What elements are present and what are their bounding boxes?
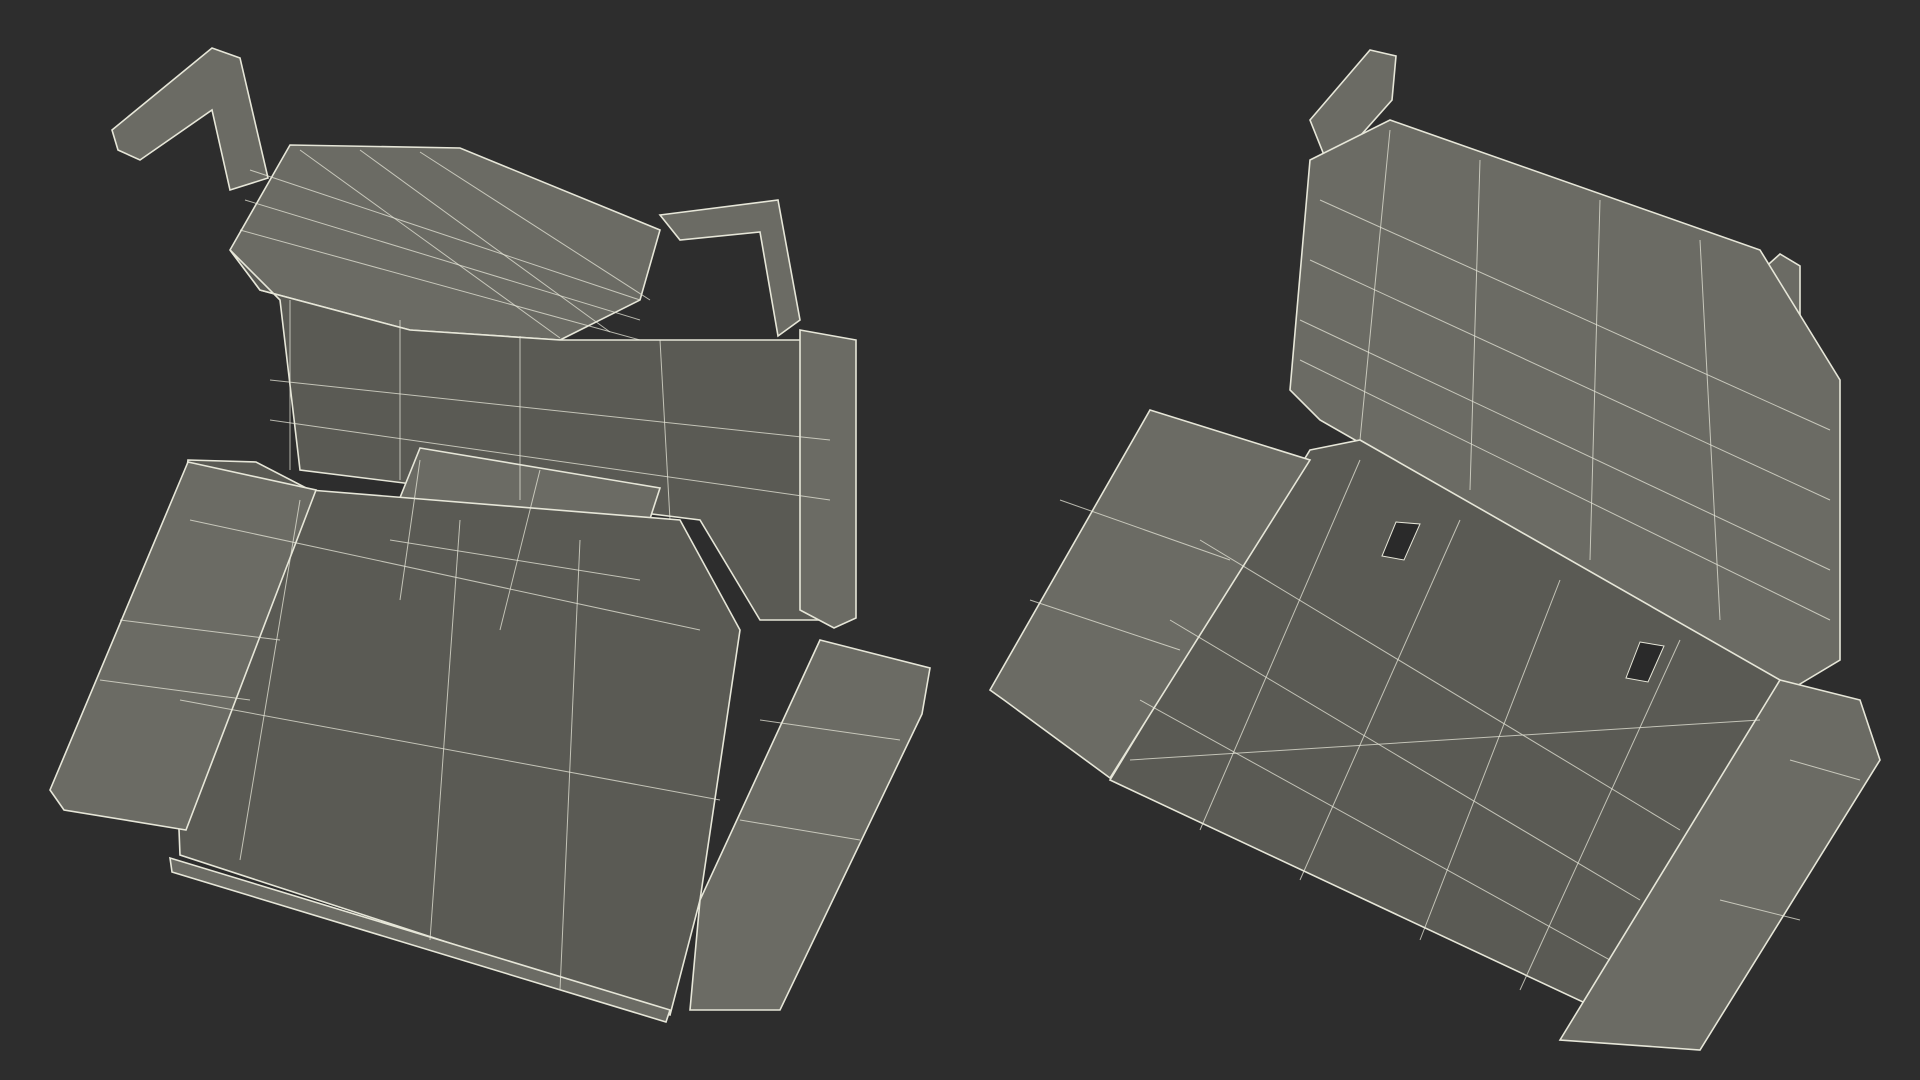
backrest-side-column — [799, 329, 857, 629]
render-canvas — [0, 0, 1920, 1080]
wireframe-scene — [0, 0, 1920, 1080]
